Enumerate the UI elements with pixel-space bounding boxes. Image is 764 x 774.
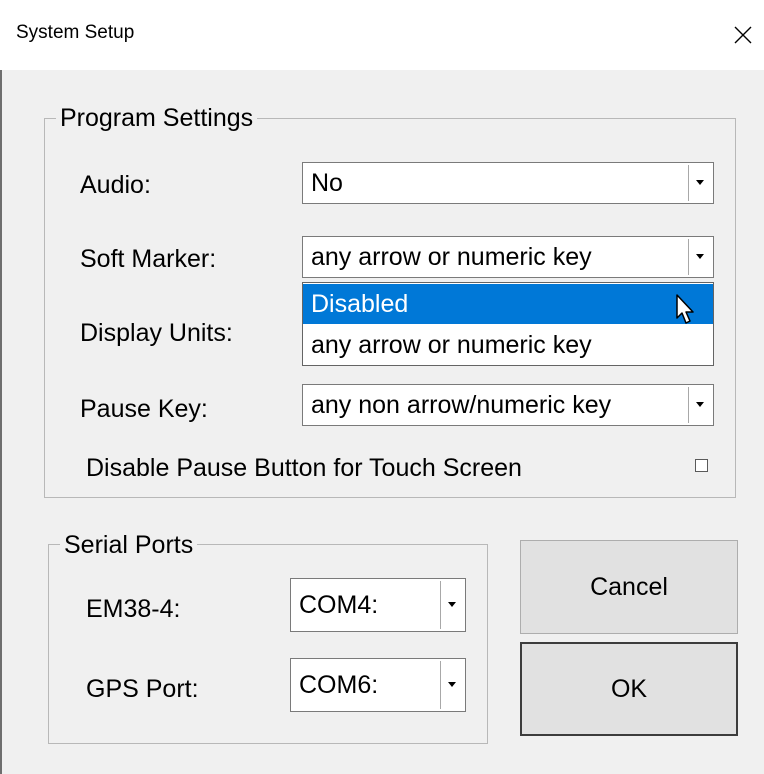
pause-key-label: Pause Key:	[80, 395, 208, 423]
window-border	[0, 70, 2, 774]
soft-marker-dropdown-list: Disabled any arrow or numeric key	[302, 282, 714, 366]
serial-ports-legend: Serial Ports	[60, 530, 198, 560]
title-bar: System Setup	[0, 0, 764, 70]
soft-marker-value: any arrow or numeric key	[311, 243, 592, 271]
gps-port-select[interactable]: COM6:	[290, 658, 466, 712]
pause-key-value: any non arrow/numeric key	[311, 391, 612, 419]
pause-key-select[interactable]: any non arrow/numeric key	[302, 384, 714, 426]
audio-select[interactable]: No	[302, 162, 714, 204]
chevron-down-icon[interactable]	[688, 387, 711, 423]
soft-marker-label: Soft Marker:	[80, 245, 217, 273]
em38-port-value: COM4:	[299, 591, 379, 619]
chevron-down-icon[interactable]	[440, 661, 463, 709]
dropdown-option-any-arrow[interactable]: any arrow or numeric key	[303, 325, 713, 365]
disable-pause-checkbox[interactable]	[695, 459, 708, 472]
display-units-label: Display Units:	[80, 319, 233, 347]
audio-value: No	[311, 169, 343, 197]
em38-port-select[interactable]: COM4:	[290, 578, 466, 632]
disable-pause-label: Disable Pause Button for Touch Screen	[86, 454, 522, 482]
cancel-button[interactable]: Cancel	[520, 540, 738, 634]
chevron-down-icon[interactable]	[688, 165, 711, 201]
close-icon	[734, 26, 752, 44]
chevron-down-icon[interactable]	[688, 239, 711, 275]
audio-label: Audio:	[80, 171, 151, 199]
serial-ports-group	[48, 544, 488, 744]
gps-port-label: GPS Port:	[86, 675, 199, 703]
mouse-pointer-icon	[676, 294, 694, 324]
gps-port-value: COM6:	[299, 671, 379, 699]
chevron-down-icon[interactable]	[440, 581, 463, 629]
ok-button[interactable]: OK	[520, 642, 738, 736]
close-button[interactable]	[722, 0, 764, 70]
window-title: System Setup	[16, 22, 135, 43]
dropdown-option-disabled[interactable]: Disabled	[303, 284, 713, 324]
em38-label: EM38-4:	[86, 595, 181, 623]
soft-marker-select[interactable]: any arrow or numeric key	[302, 236, 714, 278]
program-settings-legend: Program Settings	[56, 103, 258, 133]
